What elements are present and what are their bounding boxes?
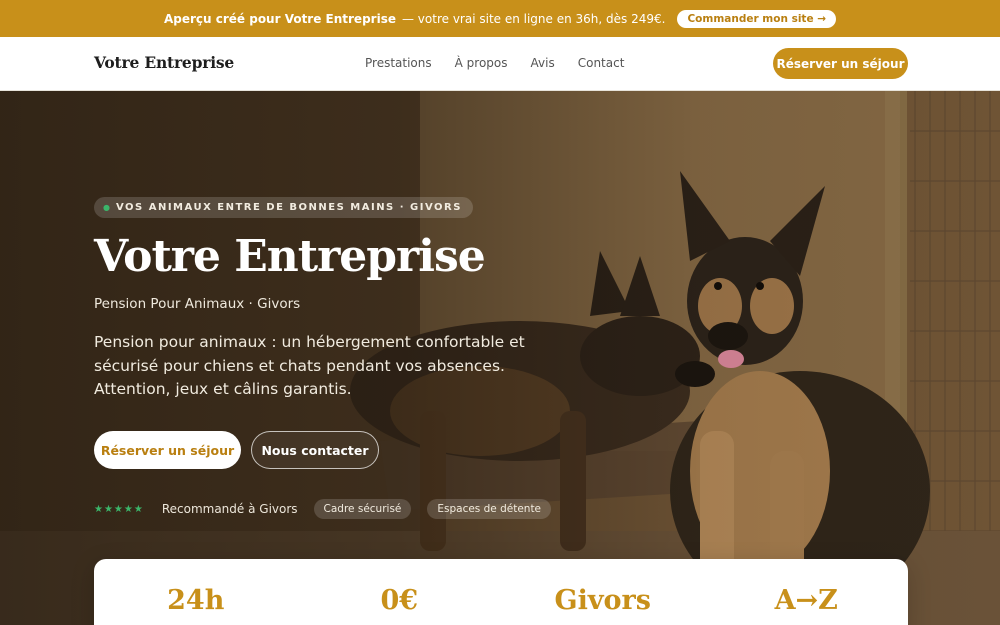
promo-strong-text: Aperçu créé pour Votre Entreprise [163,11,396,26]
book-stay-button[interactable]: Réserver un séjour [94,431,241,469]
hero-title: Votre Entreprise [94,231,486,282]
nav-menu: Prestations À propos Avis Contact [365,56,624,70]
nav-link-avis[interactable]: Avis [531,56,555,70]
brand-logo[interactable]: Votre Entreprise [94,53,234,72]
promo-bar: Aperçu créé pour Votre Entreprise — votr… [0,0,1000,37]
nav-link-a-propos[interactable]: À propos [455,56,508,70]
stat-24h: 24h [167,585,225,616]
feature-chip-relax: Espaces de détente [427,499,552,519]
nav-book-stay-button[interactable]: Réserver un séjour [773,48,908,79]
hero-description: Pension pour animaux : un hébergement co… [94,333,525,398]
green-dot-icon: ● [103,203,110,212]
hero-subtitle: Pension Pour Animaux · Givors [94,296,301,312]
order-site-button[interactable]: Commander mon site → [677,9,837,28]
hero-tagline-badge: ● VOS ANIMAUX ENTRE DE BONNES MAINS · GI… [94,197,473,218]
top-navigation: Votre Entreprise Prestations À propos Av… [0,37,1000,91]
promo-text: — votre vrai site en ligne en 36h, dès 2… [401,11,666,26]
rating-stars-icon: ★★★★★ [94,503,144,515]
contact-us-button[interactable]: Nous contacter [251,431,379,469]
feature-chip-secure: Cadre sécurisé [313,499,412,519]
trust-row: ★★★★★ Recommandé à Givors Cadre sécurisé… [94,499,552,519]
stat-a-to-z: A→Z [774,585,838,616]
stat-location: Givors [554,585,651,616]
stats-card: 24h 0€ Givors A→Z [94,559,908,625]
nav-link-contact[interactable]: Contact [578,56,625,70]
nav-link-prestations[interactable]: Prestations [365,56,432,70]
hero-tagline-text: VOS ANIMAUX ENTRE DE BONNES MAINS · GIVO… [115,202,462,213]
stat-price: 0€ [380,585,419,616]
hero-section: ● VOS ANIMAUX ENTRE DE BONNES MAINS · GI… [0,91,1000,625]
recommended-text: Recommandé à Givors [161,502,298,516]
